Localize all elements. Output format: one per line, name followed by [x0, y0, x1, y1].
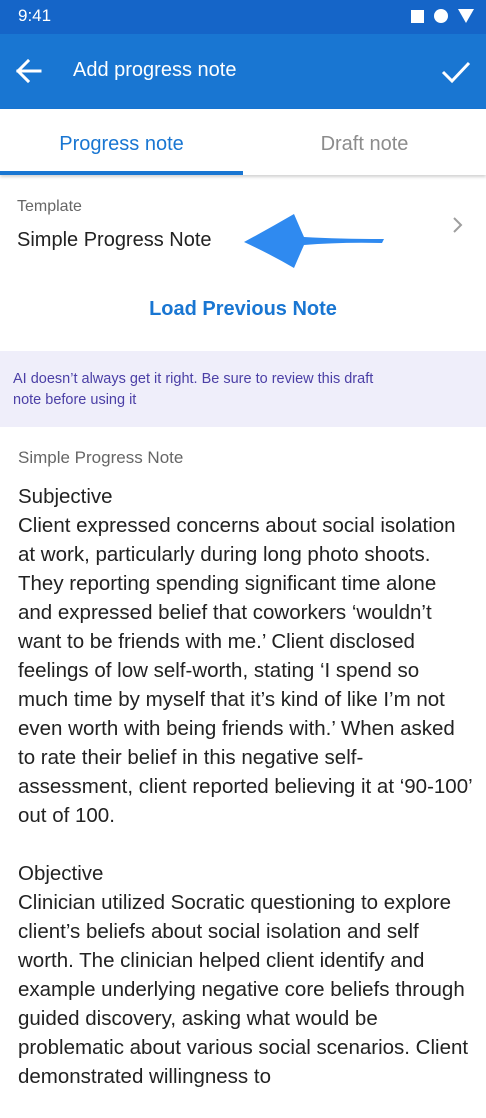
check-icon [441, 61, 471, 84]
app-bar: Add progress note [0, 34, 486, 109]
subjective-heading: Subjective [18, 485, 113, 508]
objective-heading: Objective [18, 862, 104, 885]
circle-icon [434, 9, 448, 23]
annotation-arrow-icon [244, 214, 384, 268]
status-icons [411, 9, 474, 23]
page-title: Add progress note [73, 59, 237, 81]
subjective-text: Client expressed concerns about social i… [18, 514, 472, 827]
note-title: Simple Progress Note [18, 448, 184, 467]
save-button[interactable] [436, 50, 476, 92]
tab-progress-note[interactable]: Progress note [0, 109, 243, 175]
note-editor[interactable]: Subjective Client expressed concerns abou… [18, 482, 474, 1091]
active-tab-indicator [0, 171, 243, 175]
objective-text: Clinician utilized Socratic questioning … [18, 891, 469, 1088]
ai-disclaimer-banner: AI doesn’t always get it right. Be sure … [0, 351, 486, 427]
status-time: 9:41 [18, 6, 52, 25]
back-button[interactable] [10, 50, 50, 92]
status-bar: 9:41 [0, 0, 486, 34]
tab-label: Progress note [59, 133, 184, 155]
tab-bar: Progress note Draft note [0, 109, 486, 175]
tab-label: Draft note [320, 133, 409, 155]
template-label: Template [17, 198, 82, 215]
square-icon [411, 9, 424, 23]
tab-draft-note[interactable]: Draft note [243, 109, 486, 175]
chevron-right-icon [453, 217, 463, 233]
load-previous-note-button[interactable]: Load Previous Note [0, 298, 486, 321]
signal-triangle-icon [458, 9, 474, 23]
ai-disclaimer-text: AI doesn’t always get it right. Be sure … [13, 371, 374, 408]
template-value: Simple Progress Note [17, 229, 212, 251]
arrow-left-icon [15, 58, 42, 84]
